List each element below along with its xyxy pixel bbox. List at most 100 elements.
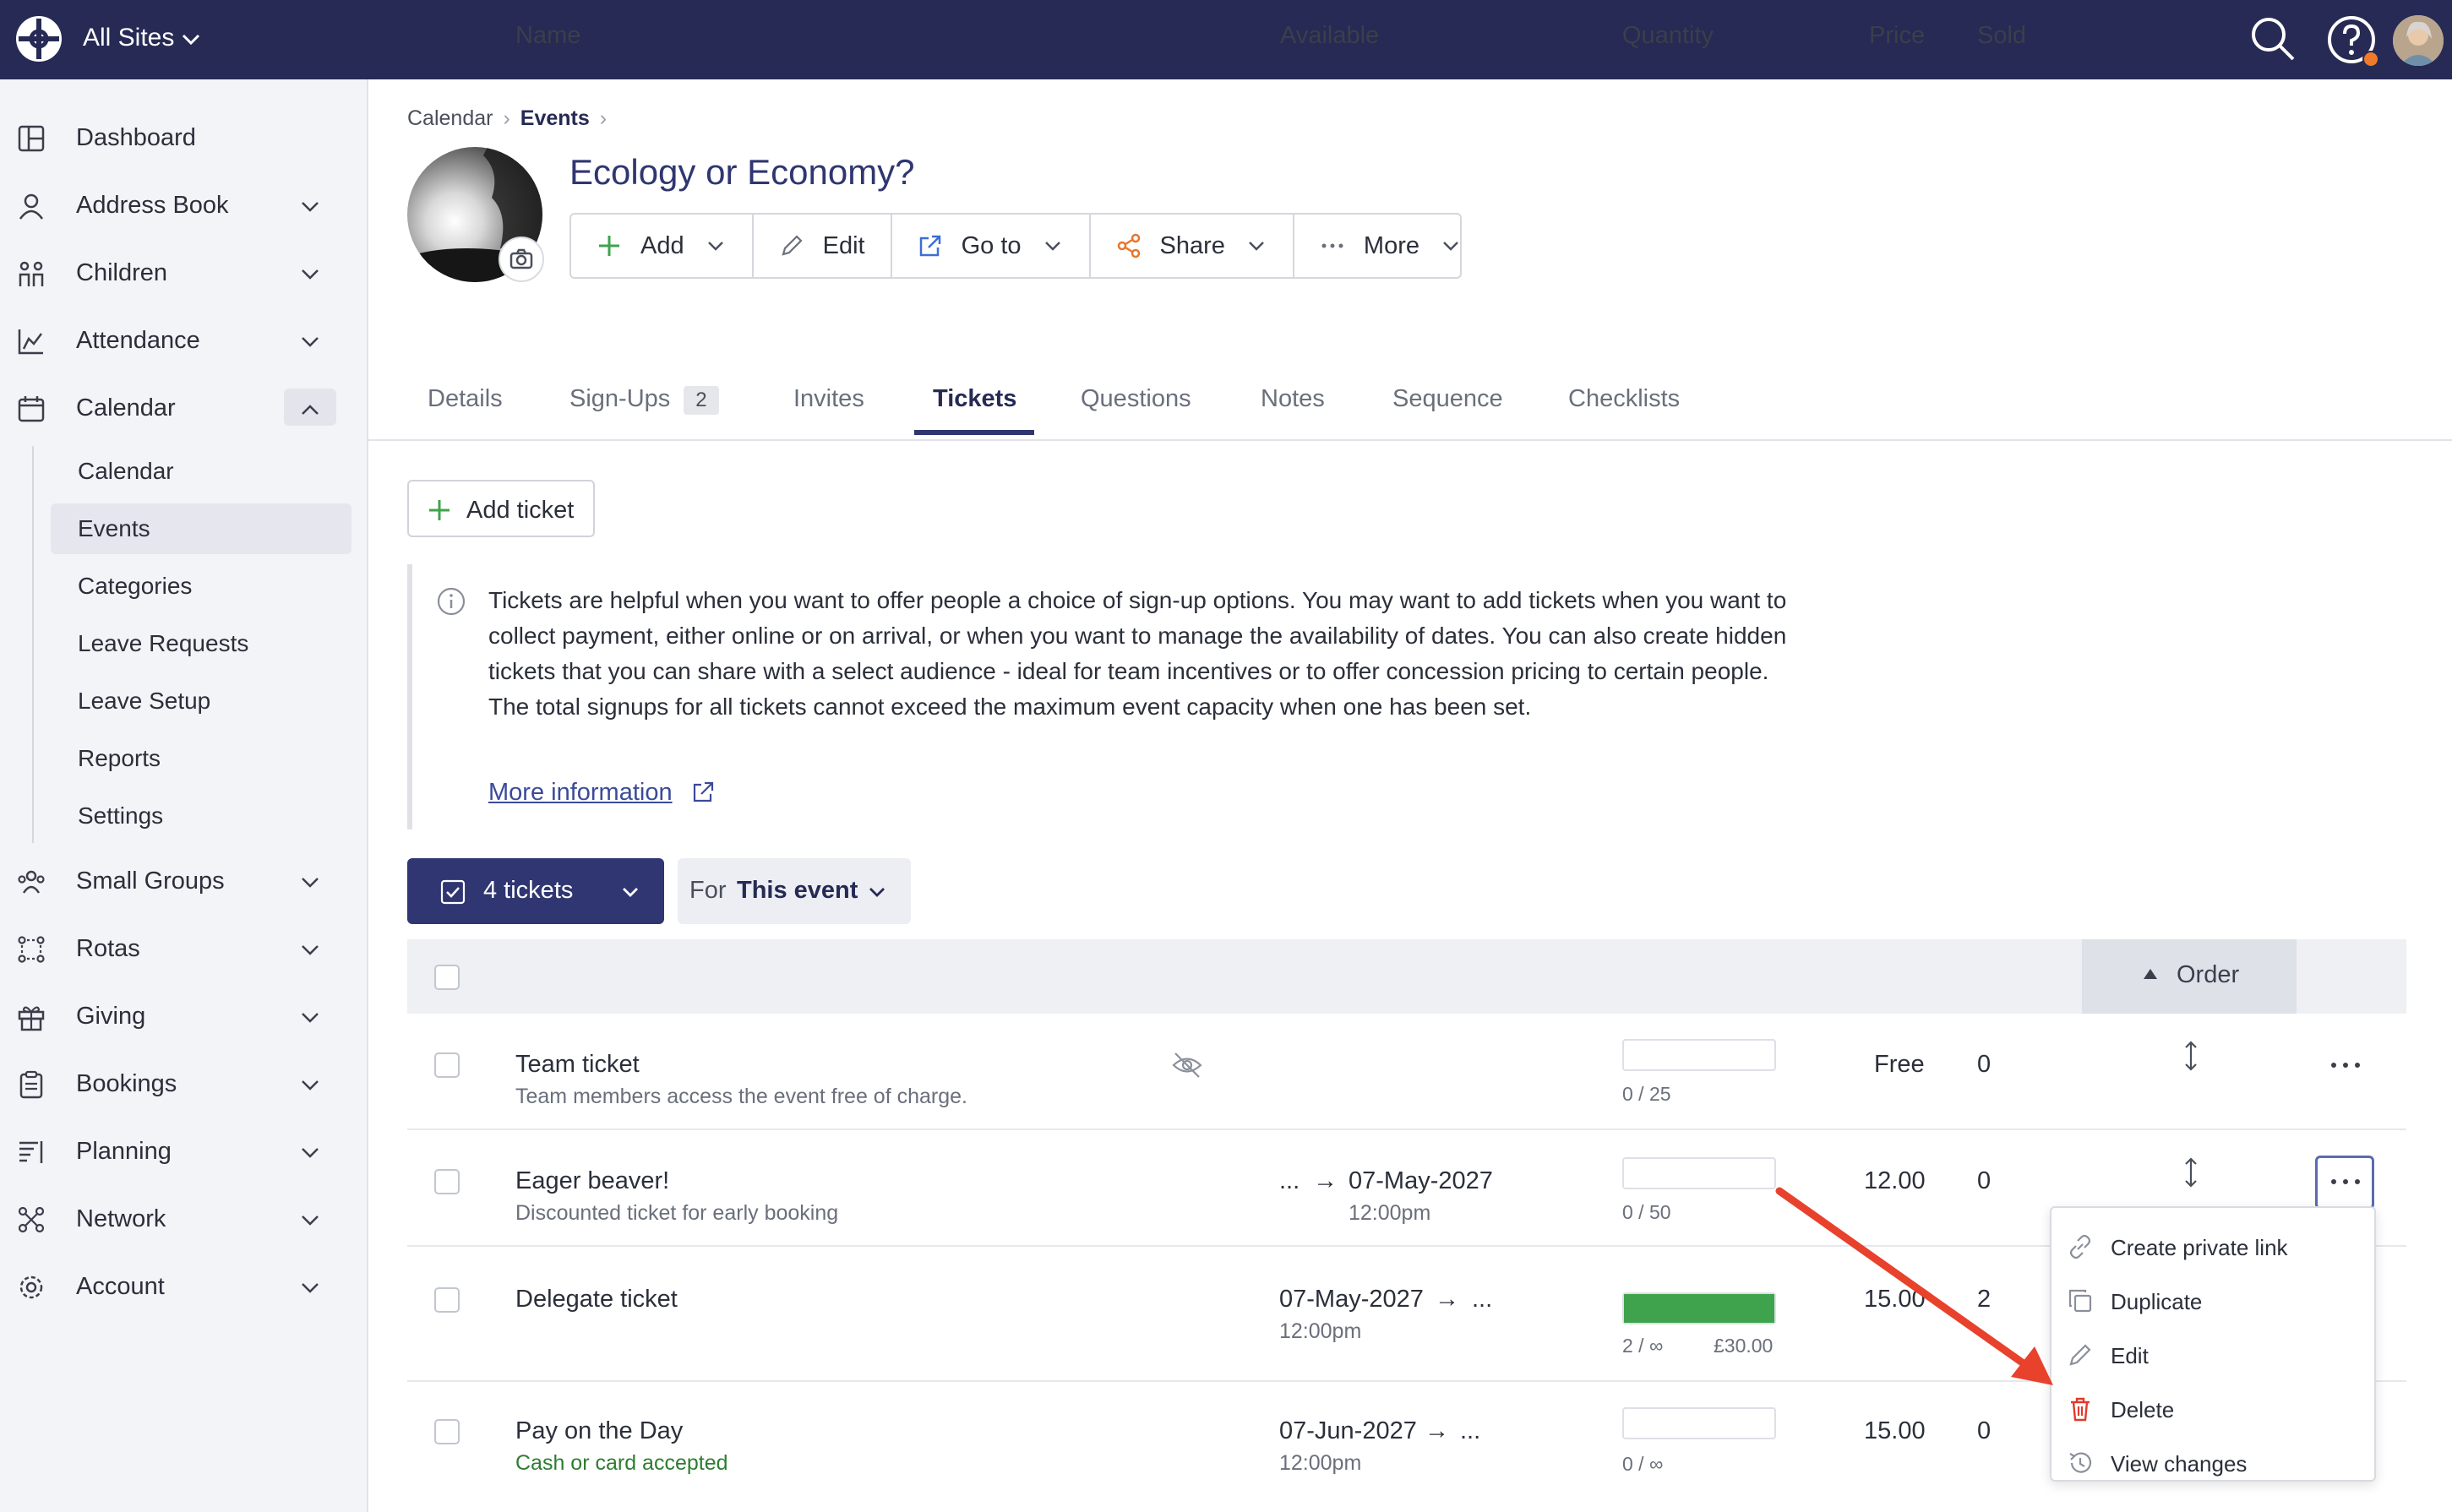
chevron-down-icon[interactable]	[296, 938, 324, 963]
sidebar-item-network[interactable]: Network	[0, 1191, 367, 1247]
row-checkbox[interactable]	[434, 1287, 460, 1313]
chevron-down-icon[interactable]	[296, 1140, 324, 1166]
menu-delete[interactable]: Delete	[2052, 1382, 2374, 1436]
tab-questions[interactable]: Questions	[1081, 385, 1191, 413]
sidebar-item-account[interactable]: Account	[0, 1259, 367, 1314]
menu-view-changes[interactable]: View changes	[2052, 1436, 2374, 1490]
sidebar-sub-leave-setup[interactable]: Leave Setup	[51, 676, 351, 726]
planning-icon	[17, 1138, 46, 1167]
chevron-down-icon[interactable]	[296, 262, 324, 287]
menu-create-private-link[interactable]: Create private link	[2052, 1220, 2374, 1274]
sidebar-item-giving[interactable]: Giving	[0, 988, 367, 1044]
tickets-filter-dropdown[interactable]: 4 tickets	[407, 858, 664, 924]
camera-icon[interactable]	[499, 237, 544, 282]
sidebar-item-calendar[interactable]: Calendar	[0, 380, 367, 436]
sidebar-item-rotas[interactable]: Rotas	[0, 921, 367, 976]
drag-handle-icon[interactable]	[2182, 1156, 2200, 1189]
sidebar-sub-events[interactable]: Events	[51, 503, 351, 554]
quantity-text: 0 / 25	[1622, 1083, 1671, 1105]
search-icon[interactable]	[2248, 14, 2298, 64]
sidebar-sub-reports[interactable]: Reports	[51, 733, 351, 784]
header-available[interactable]: Available	[1280, 22, 1379, 50]
sidebar-sub-settings[interactable]: Settings	[51, 791, 351, 841]
ticket-name[interactable]: Pay on the Day	[515, 1417, 683, 1445]
chevron-down-icon[interactable]	[296, 194, 324, 220]
breadcrumb-calendar[interactable]: Calendar	[407, 106, 493, 130]
chevron-down-icon[interactable]	[179, 27, 203, 51]
chevron-down-icon[interactable]	[296, 1275, 324, 1301]
quantity-text: 0 / 50	[1622, 1201, 1671, 1223]
pencil-icon	[2067, 1341, 2094, 1368]
notification-dot	[2362, 51, 2379, 68]
scope-filter-dropdown[interactable]: For This event	[678, 858, 911, 924]
menu-duplicate[interactable]: Duplicate	[2052, 1274, 2374, 1328]
chevron-down-icon[interactable]	[296, 1073, 324, 1098]
row-menu-icon[interactable]	[2329, 1176, 2362, 1188]
chevron-up-icon[interactable]	[296, 397, 324, 422]
available-to: ...	[1472, 1286, 1493, 1313]
ticket-name[interactable]: Delegate ticket	[515, 1286, 678, 1313]
sidebar-item-attendance[interactable]: Attendance	[0, 313, 367, 368]
add-ticket-button[interactable]: Add ticket	[407, 480, 595, 537]
sidebar-item-address-book[interactable]: Address Book	[0, 177, 367, 233]
drag-handle-icon[interactable]	[2182, 1039, 2200, 1073]
sidebar-item-children[interactable]: Children	[0, 245, 367, 301]
chevron-down-icon[interactable]	[296, 1005, 324, 1031]
external-link-icon[interactable]	[691, 780, 715, 804]
sidebar-item-dashboard[interactable]: Dashboard	[0, 110, 367, 166]
history-icon	[2067, 1449, 2094, 1477]
site-switcher-label[interactable]: All Sites	[83, 24, 174, 52]
available-from: ...	[1279, 1167, 1300, 1194]
external-link-icon	[918, 233, 943, 258]
sidebar-item-planning[interactable]: Planning	[0, 1123, 367, 1179]
quantity-bar	[1622, 1407, 1776, 1439]
tab-tickets[interactable]: Tickets	[933, 385, 1016, 413]
more-button[interactable]: More	[1294, 215, 1487, 277]
row-checkbox[interactable]	[434, 1169, 460, 1194]
add-button[interactable]: Add	[571, 215, 754, 277]
menu-edit[interactable]: Edit	[2052, 1328, 2374, 1382]
sidebar-sub-calendar[interactable]: Calendar	[51, 446, 351, 497]
chart-icon	[17, 327, 46, 356]
header-sold[interactable]: Sold	[1977, 22, 2026, 50]
goto-button[interactable]: Go to	[892, 215, 1091, 277]
checkbox-icon	[439, 878, 466, 906]
row-menu-icon[interactable]	[2329, 1059, 2362, 1071]
children-icon	[17, 259, 46, 288]
chevron-down-icon	[618, 880, 642, 904]
chevron-down-icon[interactable]	[296, 329, 324, 355]
chevron-down-icon[interactable]	[296, 1208, 324, 1233]
breadcrumb-events[interactable]: Events	[520, 106, 590, 130]
select-all-checkbox[interactable]	[434, 965, 460, 990]
tab-checklists[interactable]: Checklists	[1568, 385, 1680, 413]
ticket-name[interactable]: Team ticket	[515, 1051, 640, 1079]
share-button[interactable]: Share	[1091, 215, 1294, 277]
row-checkbox[interactable]	[434, 1052, 460, 1078]
tab-sign-ups[interactable]: Sign-Ups 2	[569, 385, 719, 415]
tab-notes[interactable]: Notes	[1261, 385, 1325, 413]
available-time: 12:00pm	[1349, 1201, 1431, 1225]
tab-sequence[interactable]: Sequence	[1392, 385, 1503, 413]
sidebar-sub-categories[interactable]: Categories	[51, 561, 351, 612]
ticket-name[interactable]: Eager beaver!	[515, 1167, 669, 1195]
header-quantity[interactable]: Quantity	[1622, 22, 1714, 50]
user-avatar[interactable]	[2393, 15, 2444, 66]
tab-bar: Details Sign-Ups 2 Invites Tickets Questi…	[367, 372, 2452, 441]
available-to: 07-May-2027	[1349, 1167, 1493, 1194]
tab-invites[interactable]: Invites	[793, 385, 864, 413]
chevron-right-icon: ›	[503, 106, 510, 130]
sidebar-item-label: Bookings	[76, 1070, 177, 1097]
edit-button[interactable]: Edit	[754, 215, 892, 277]
gift-icon	[17, 1003, 46, 1031]
sidebar-item-bookings[interactable]: Bookings	[0, 1056, 367, 1112]
chevron-down-icon[interactable]	[296, 870, 324, 895]
header-name[interactable]: Name	[515, 22, 580, 50]
logo-icon[interactable]	[14, 14, 64, 64]
gear-icon	[17, 1273, 46, 1302]
more-information-link[interactable]: More information	[488, 779, 673, 807]
sidebar-item-small-groups[interactable]: Small Groups	[0, 853, 367, 909]
sidebar-sub-leave-requests[interactable]: Leave Requests	[51, 618, 351, 669]
row-checkbox[interactable]	[434, 1419, 460, 1444]
header-price[interactable]: Price	[1869, 22, 1925, 50]
tab-details[interactable]: Details	[428, 385, 503, 413]
